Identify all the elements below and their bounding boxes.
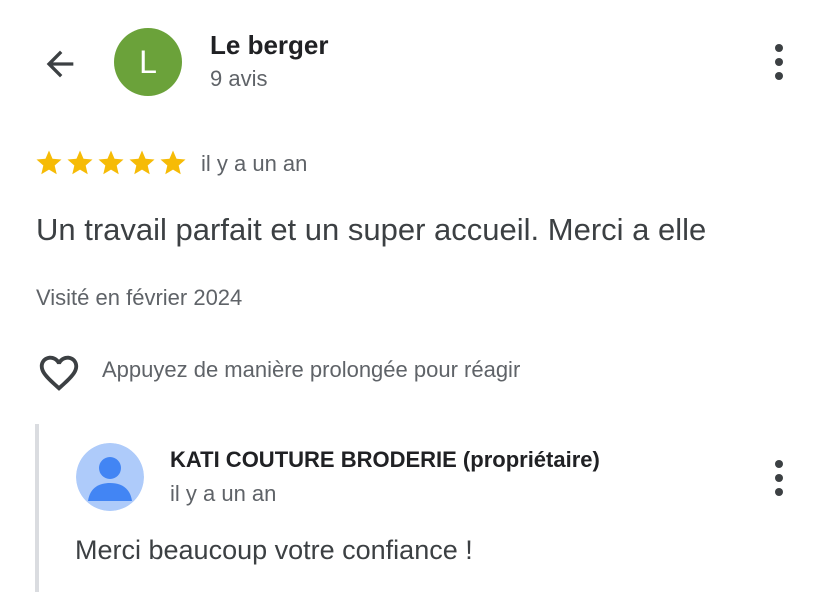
owner-avatar (76, 443, 144, 511)
more-vert-icon-dot (775, 72, 783, 80)
more-vert-icon-dot (775, 488, 783, 496)
react-button[interactable] (30, 348, 88, 398)
more-vert-icon-dot (775, 58, 783, 66)
star-icon (98, 150, 124, 175)
owner-reply-date: il y a un an (170, 481, 277, 506)
star-icon (67, 150, 93, 175)
star-icon (160, 150, 186, 175)
star-icon (129, 150, 155, 175)
reviewer-avatar[interactable]: L (114, 28, 182, 96)
review-date: il y a un an (201, 151, 308, 176)
owner-reply-text: Merci beaucoup votre confiance ! (75, 535, 473, 565)
review-count: 9 avis (210, 66, 268, 91)
avatar-letter: L (139, 43, 157, 80)
owner-name: KATI COUTURE BRODERIE (propriétaire) (170, 447, 600, 472)
more-options-button[interactable] (764, 40, 794, 84)
more-vert-icon (775, 460, 783, 468)
star-icon (36, 150, 62, 175)
heart-outline-icon (39, 355, 79, 391)
reply-divider (35, 424, 39, 592)
default-person-avatar-icon (76, 443, 144, 511)
more-vert-icon-dot (775, 474, 783, 482)
more-vert-icon (775, 44, 783, 52)
visit-date: Visité en février 2024 (36, 285, 243, 310)
star-rating (34, 148, 188, 182)
review-text: Un travail parfait et un super accueil. … (36, 212, 707, 247)
reply-more-options-button[interactable] (764, 456, 794, 500)
reviewer-name[interactable]: Le berger (210, 30, 329, 61)
arrow-left-icon (46, 50, 74, 78)
react-hint: Appuyez de manière prolongée pour réagir (102, 357, 521, 382)
back-button[interactable] (36, 40, 84, 88)
